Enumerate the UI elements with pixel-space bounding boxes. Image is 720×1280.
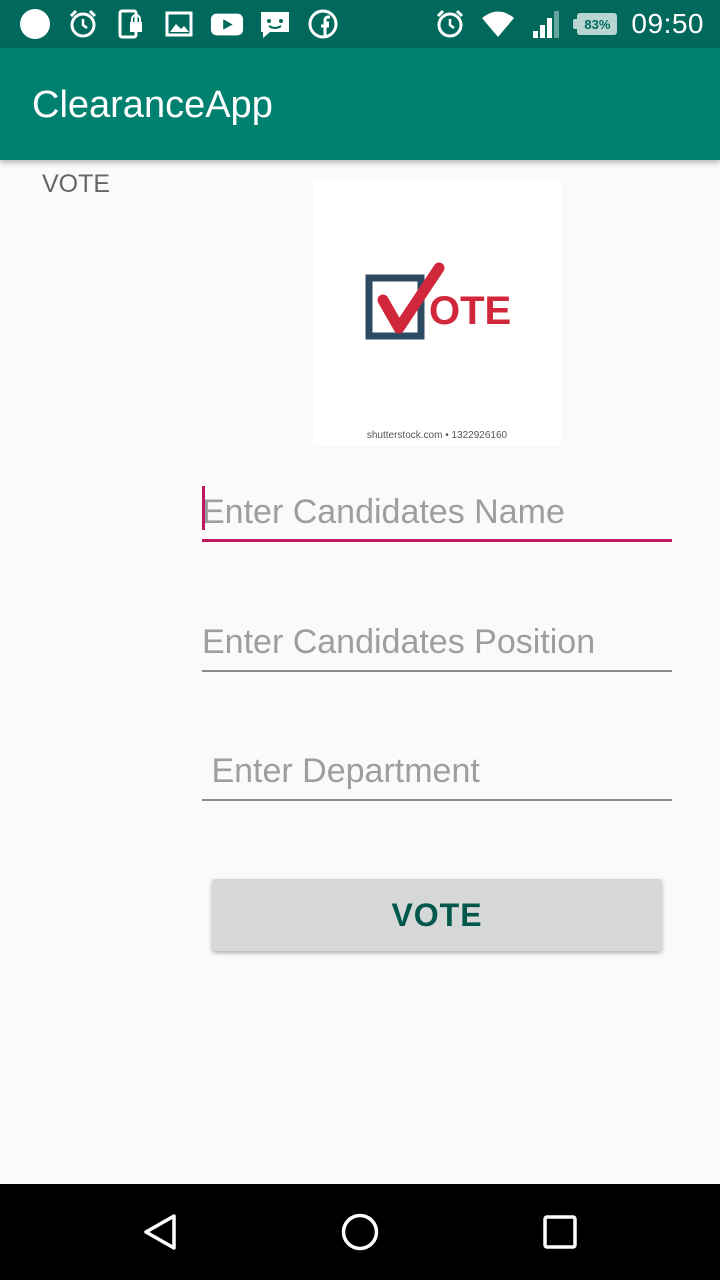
candidate-name-field[interactable] [202, 482, 672, 542]
navigation-bar [0, 1184, 720, 1280]
system-icons: 83% 09:50 [433, 6, 704, 42]
recents-icon[interactable] [534, 1206, 586, 1258]
app-title: ClearanceApp [32, 84, 273, 126]
battery-level: 83% [584, 16, 611, 32]
vote-logo-image: OTE shutterstock.com • 1322926160 [313, 180, 561, 446]
candidate-name-input[interactable] [202, 482, 672, 542]
logo-watermark: shutterstock.com • 1322926160 [366, 430, 508, 441]
image-icon [162, 7, 196, 41]
vote-logo-graphic: OTE [365, 262, 511, 340]
field-underline [202, 539, 672, 542]
status-bar: 83% 09:50 [0, 0, 720, 48]
signal-icon [529, 7, 563, 41]
field-underline [202, 799, 672, 801]
candidate-position-input[interactable] [202, 612, 672, 672]
battery-icon: 83% [573, 13, 618, 35]
alarm-icon [433, 7, 467, 41]
vote-label: VOTE [42, 170, 111, 198]
home-icon[interactable] [334, 1206, 386, 1258]
vote-button[interactable]: VOTE [212, 879, 662, 951]
alarm-icon [66, 7, 100, 41]
department-input[interactable] [202, 741, 672, 801]
field-underline [202, 670, 672, 672]
text-cursor [202, 486, 205, 530]
app-bar: ClearanceApp [0, 48, 720, 160]
wifi-icon [481, 7, 515, 41]
back-icon[interactable] [134, 1206, 186, 1258]
department-field[interactable] [202, 741, 672, 801]
device-lock-icon [114, 7, 148, 41]
circle-icon [18, 7, 52, 41]
facebook-icon [306, 7, 340, 41]
logo-text: OTE [429, 289, 511, 333]
notification-icons [18, 6, 340, 42]
candidate-position-field[interactable] [202, 612, 672, 672]
message-icon [258, 7, 292, 41]
youtube-icon [210, 7, 244, 41]
clock: 09:50 [631, 8, 704, 39]
